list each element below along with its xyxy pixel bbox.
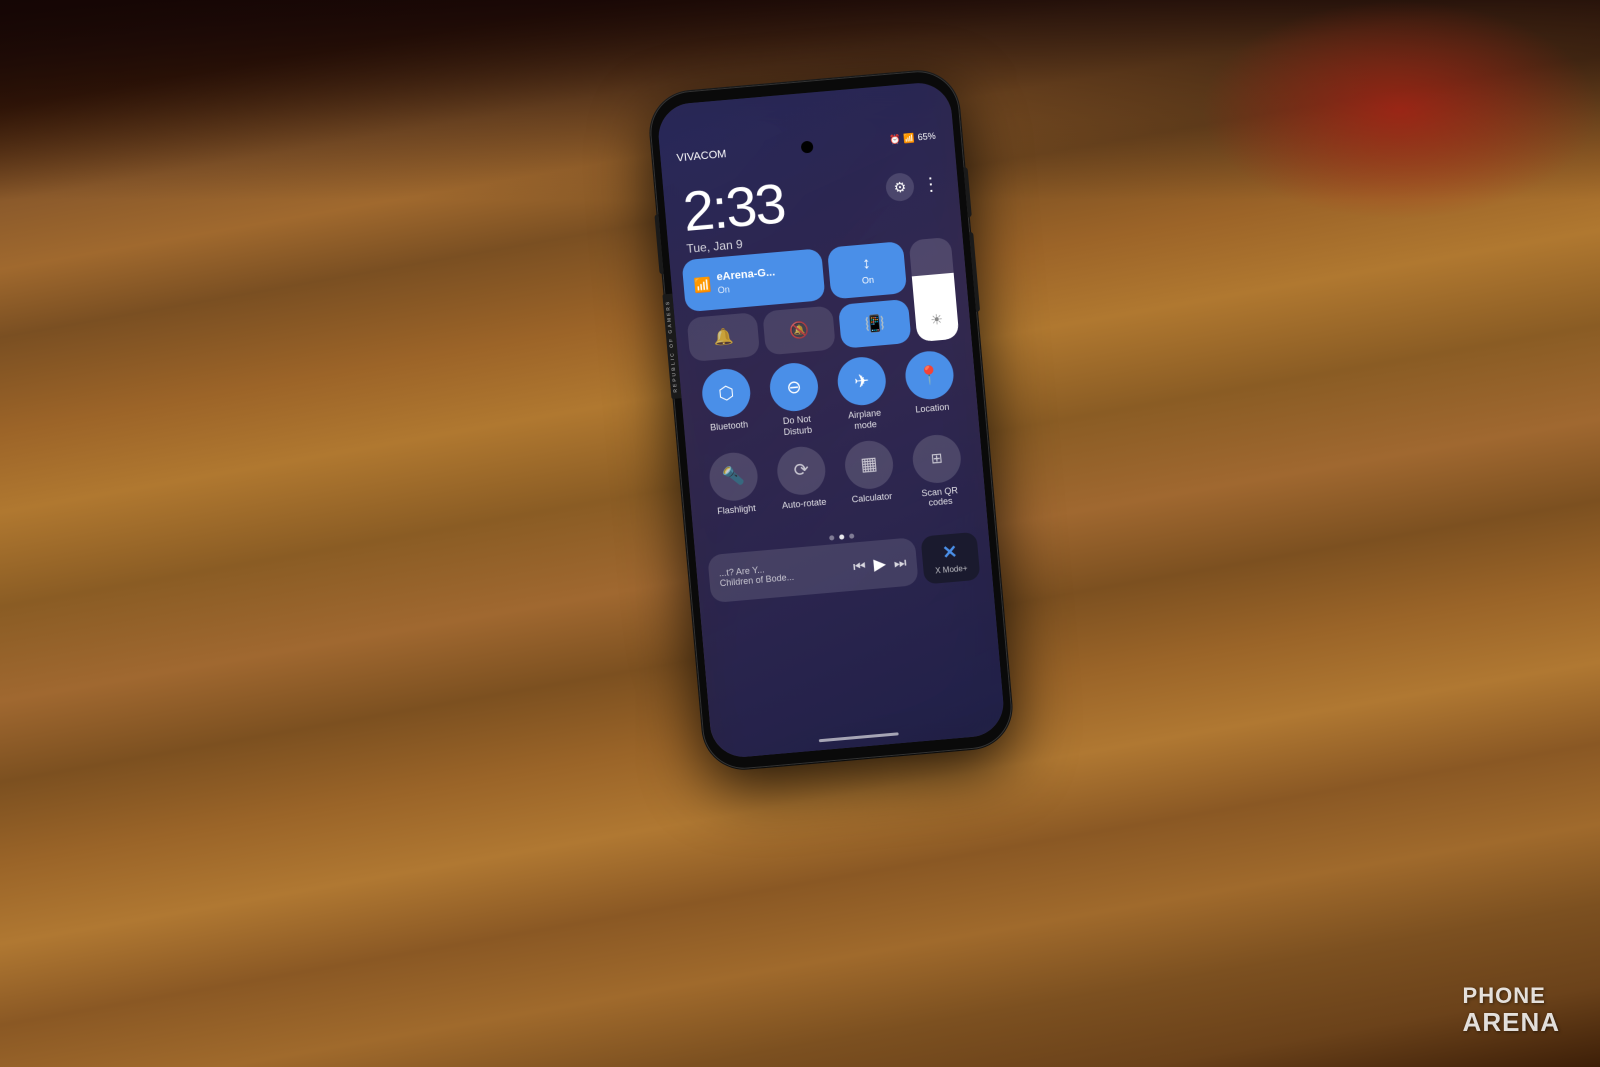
media-next[interactable]: ⏭ [893,554,907,572]
autorotate-circle: ⟳ [775,444,827,496]
volume-button[interactable] [969,232,980,312]
dot-1 [829,535,834,540]
clock-right-icons: ⚙ ⋮ [885,170,941,203]
location-circle: 📍 [903,349,955,401]
wifi-status-icon: 📶 [903,132,915,144]
xmode-button[interactable]: ✕ X Mode+ [920,532,980,585]
tiles-left: 📶 eArena-G... On ↕ On [682,241,912,362]
flashlight-circle: 🔦 [708,450,760,502]
dnd-circle: ⊖ [768,361,820,413]
quick-grid: ⬡ Bluetooth ⊖ Do Not Disturb ✈ Airplane … [679,343,987,543]
qr-item[interactable]: ⊞ Scan QR codes [906,432,970,510]
battery-text: 65% [917,131,936,143]
wifi-text: eArena-G... On [716,267,776,295]
dnd-item[interactable]: ⊖ Do Not Disturb [763,361,827,439]
brightness-icon: ☀ [930,311,944,329]
media-info: ...t? Are Y... Children of Bode... [719,558,846,589]
carrier-text: VIVACOM [676,148,727,164]
calculator-circle: ▦ [843,438,895,490]
autorotate-label: Auto-rotate [782,496,827,511]
wifi-icon: 📶 [693,275,712,293]
flashlight-label: Flashlight [717,503,756,517]
volume-down-button[interactable] [654,214,663,274]
brightness-slider[interactable]: ☀ [909,237,960,342]
bluetooth-circle: ⬡ [700,367,752,419]
wifi-tile[interactable]: 📶 eArena-G... On [682,248,826,312]
media-play[interactable]: ▶ [873,554,887,575]
dot-2 [839,535,844,540]
data-icon: ↕ [862,255,872,274]
mobile-data-tile[interactable]: ↕ On [827,241,907,299]
xmode-icon: ✕ [941,542,958,564]
location-label: Location [915,402,950,416]
watermark-line2: ARENA [1463,1008,1560,1037]
bluetooth-label: Bluetooth [710,419,749,433]
autorotate-item[interactable]: ⟳ Auto-rotate [770,444,834,522]
xmode-label: X Mode+ [935,564,968,576]
notification-panel: VIVACOM ⏰ 📶 65% 2:33 Tue, Jan 9 ⚙ [656,80,1006,759]
more-options-button[interactable]: ⋮ [921,173,941,195]
power-button[interactable] [963,167,971,217]
quick-row-2: 🔦 Flashlight ⟳ Auto-rotate ▦ Calculator [699,432,974,529]
quick-row-1: ⬡ Bluetooth ⊖ Do Not Disturb ✈ Airplane … [691,348,966,445]
clock-time: 2:33 [681,175,786,240]
location-item[interactable]: 📍 Location [898,349,962,427]
data-sub: On [862,275,875,286]
phone-device: REPUBLIC OF GAMERS VIVACOM ⏰ 📶 65% [647,68,1015,772]
bell-on-tile[interactable]: 🔔 [687,312,761,362]
brightness-fill [912,272,960,342]
scene: REPUBLIC OF GAMERS VIVACOM ⏰ 📶 65% [0,0,1600,1067]
settings-button[interactable]: ⚙ [885,172,915,202]
dnd-label: Do Not Disturb [768,412,828,439]
airplane-item[interactable]: ✈ Airplane mode [831,355,895,433]
phone-screen: VIVACOM ⏰ 📶 65% 2:33 Tue, Jan 9 ⚙ [656,80,1006,759]
watermark-line1: PHONE [1463,983,1546,1008]
bluetooth-item[interactable]: ⬡ Bluetooth [695,367,759,445]
vibrate-tile[interactable]: 📳 [838,299,912,349]
calculator-label: Calculator [851,491,892,505]
alarm-icon: ⏰ [889,133,901,145]
qr-circle: ⊞ [911,433,963,485]
calculator-item[interactable]: ▦ Calculator [838,438,902,516]
flashlight-item[interactable]: 🔦 Flashlight [703,450,767,528]
dot-3 [849,534,854,539]
airplane-label: Airplane mode [835,407,895,434]
watermark: PHONE ARENA [1463,984,1560,1037]
status-icons: ⏰ 📶 65% [889,130,936,145]
bell-off-tile[interactable]: 🔕 [762,305,836,355]
media-controls: ⏮ ▶ ⏭ [852,552,907,577]
airplane-circle: ✈ [836,355,888,407]
qr-label: Scan QR codes [910,484,970,511]
media-prev[interactable]: ⏮ [852,557,866,575]
home-bar[interactable] [819,732,899,742]
camera-cutout [801,141,814,154]
